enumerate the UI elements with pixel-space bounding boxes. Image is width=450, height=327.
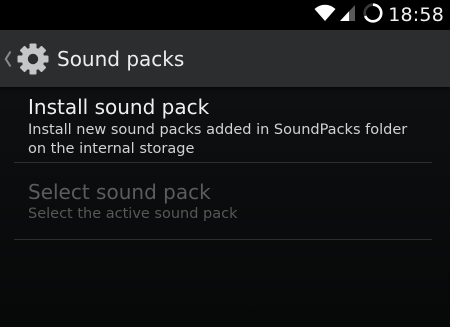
select-sound-pack-title: Select sound pack — [28, 180, 211, 204]
action-bar: Sound packs — [0, 30, 450, 87]
list-divider — [14, 239, 432, 240]
status-bar: 18:58 — [0, 0, 450, 30]
install-sound-pack-summary: Install new sound packs added in SoundPa… — [28, 122, 408, 157]
status-icons: 18:58 — [314, 0, 450, 30]
select-sound-pack-item[interactable]: Select sound pack Select the active soun… — [0, 163, 450, 239]
install-sound-pack-item[interactable]: Install sound pack Install new sound pac… — [0, 87, 450, 162]
up-navigation-button[interactable] — [2, 38, 54, 80]
page-title: Sound packs — [57, 47, 185, 71]
screen: 18:58 Sound packs Install sound pack Ins… — [0, 0, 450, 327]
install-sound-pack-title: Install sound pack — [28, 95, 210, 119]
gear-icon — [16, 42, 50, 80]
select-sound-pack-summary: Select the active sound pack — [28, 206, 238, 222]
chevron-left-icon — [4, 50, 12, 72]
wifi-icon — [314, 4, 336, 26]
status-clock: 18:58 — [388, 4, 444, 26]
signal-icon — [340, 4, 356, 26]
sync-icon — [362, 2, 384, 28]
